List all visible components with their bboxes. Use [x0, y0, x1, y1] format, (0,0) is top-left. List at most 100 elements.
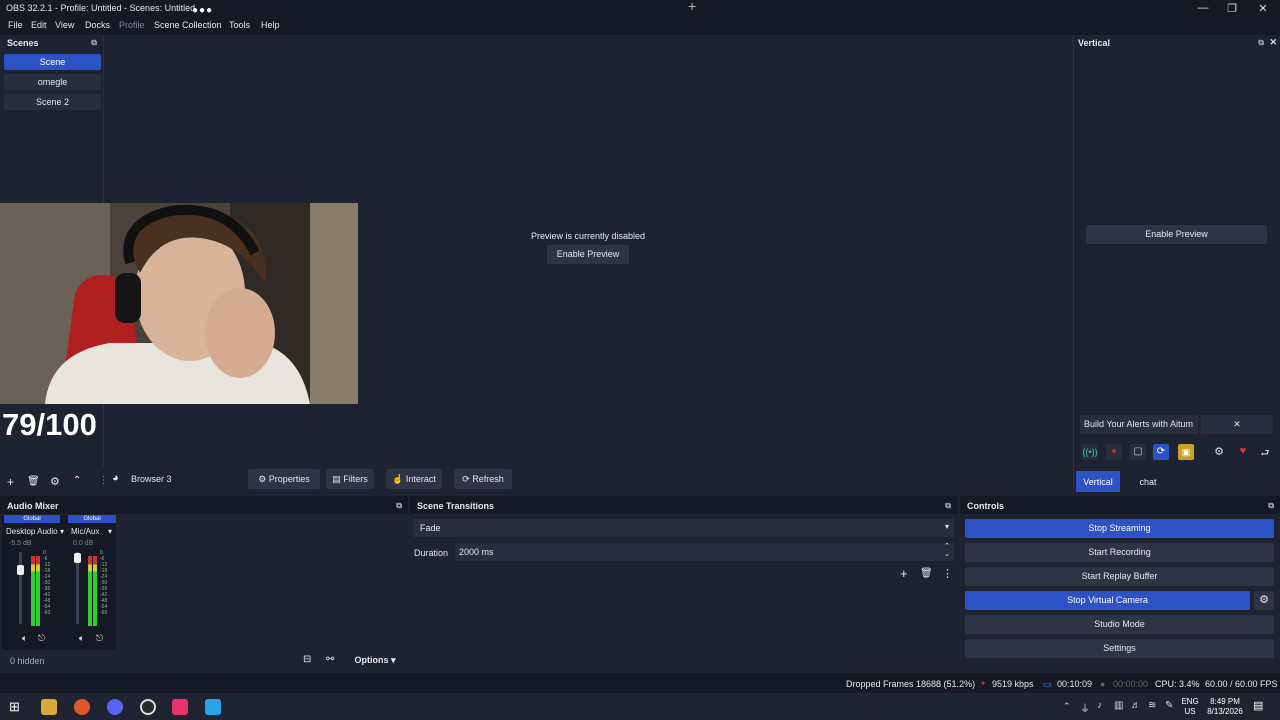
speaker-icon[interactable]: 🔈︎ — [79, 633, 84, 644]
virtual-camera-settings-gear-icon[interactable]: ⚙ — [1254, 591, 1274, 610]
spinner-icon[interactable]: ⌃ ⌄ — [944, 543, 950, 559]
dock-toggle-icon[interactable]: ⮐ — [1257, 444, 1273, 460]
virtual-cam-icon[interactable]: ⟳ — [1153, 444, 1169, 460]
start-replay-buffer-button[interactable]: Start Replay Buffer — [965, 567, 1274, 586]
undock-icon[interactable]: ⧉ — [1268, 501, 1274, 511]
menu-view[interactable]: View — [55, 20, 74, 30]
filters-button[interactable]: ▤ Filters — [326, 469, 374, 489]
tray-usb-icon[interactable]: ⏚ — [1080, 700, 1090, 715]
backtrack-icon[interactable]: ▢ — [1130, 444, 1146, 460]
interact-button[interactable]: ☝ Interact — [386, 469, 442, 489]
audio-mixer-title: Audio Mixer — [7, 501, 59, 511]
volume-handle-mic[interactable] — [74, 553, 81, 563]
volume-slider-desktop[interactable] — [19, 552, 22, 624]
stop-virtual-camera-button[interactable]: Stop Virtual Camera — [965, 591, 1250, 610]
stream-status-icon[interactable]: ((•)) — [1082, 444, 1098, 460]
scene-item-omegle[interactable]: omegle — [4, 74, 101, 90]
menu-scene-collection[interactable]: Scene Collection — [154, 20, 222, 30]
level-meter — [93, 556, 97, 626]
scenes-dock-header: Scenes ⧉ — [0, 35, 103, 51]
studio-mode-button[interactable]: Studio Mode — [965, 615, 1274, 634]
chevron-down-icon[interactable]: ▾ — [60, 527, 64, 536]
tray-chevron-up-icon[interactable]: ⌃ — [1063, 701, 1071, 712]
menu-docks[interactable]: Docks — [85, 20, 110, 30]
menu-help[interactable]: Help — [261, 20, 280, 30]
remove-transition-icon[interactable]: 🗑 — [920, 568, 933, 579]
menu-bar: File Edit View Docks Profile Scene Colle… — [0, 17, 1280, 35]
tray-wifi-icon[interactable]: ≋ — [1148, 700, 1156, 711]
undock-icon[interactable]: ⧉ — [91, 38, 97, 48]
chevron-down-icon: ▾ — [390, 655, 396, 665]
app-f-icon[interactable] — [205, 699, 221, 715]
vertical-enable-preview-button[interactable]: Enable Preview — [1086, 225, 1267, 244]
scene-settings-gear-icon[interactable]: ⚙ — [50, 475, 60, 488]
monitor-icon[interactable]: ⎋ — [96, 633, 103, 644]
record-icon[interactable]: ● — [1106, 444, 1122, 460]
undock-icon[interactable]: ⧉ — [945, 501, 951, 511]
tray-pen-icon[interactable]: ✎ — [1165, 700, 1173, 711]
remove-scene-icon[interactable]: 🗑 — [27, 476, 40, 487]
window-title: OBS 32.2.1 - Profile: Untitled - Scenes:… — [6, 3, 196, 13]
fps: 60.00 / 60.00 FPS — [1205, 679, 1278, 689]
properties-button[interactable]: ⚙ Properties — [248, 469, 320, 489]
menu-tools[interactable]: Tools — [229, 20, 250, 30]
tab-chat[interactable]: chat — [1126, 471, 1170, 492]
close-dock-icon[interactable]: ✕ — [1269, 37, 1277, 48]
monitor-icon[interactable]: ⎋ — [38, 633, 45, 644]
source-toolbar: ◕ Browser 3 ⚙ Properties ▤ Filters ☝ Int… — [104, 467, 1072, 492]
close-button[interactable]: ✕ — [1248, 2, 1278, 15]
lang-region: US — [1184, 707, 1196, 716]
menu-profile[interactable]: Profile — [119, 20, 145, 30]
level-meter — [88, 556, 92, 626]
enable-preview-button[interactable]: Enable Preview — [547, 245, 629, 264]
file-explorer-icon[interactable] — [41, 699, 57, 715]
controls-title: Controls — [967, 501, 1004, 511]
menu-file[interactable]: File — [8, 20, 23, 30]
tray-network-icon[interactable]: ▥ — [1114, 700, 1123, 711]
transition-select[interactable]: Fade ▾ — [413, 519, 954, 537]
vertical-title: Vertical — [1078, 38, 1111, 48]
audio-mixer-dock: Audio Mixer ⧉ Global Desktop Audio ▾ -5.… — [0, 496, 408, 669]
options-button[interactable]: Options ▾ — [346, 652, 404, 668]
volume-handle-desktop[interactable] — [17, 565, 24, 575]
banner-close-icon[interactable]: ✕ — [1201, 415, 1273, 434]
tab-vertical[interactable]: Vertical — [1076, 471, 1120, 492]
brave-browser-icon[interactable] — [74, 699, 90, 715]
layout-toggle-icon[interactable]: ⊟ — [303, 654, 311, 665]
stream-time: 00:10:09 — [1057, 679, 1093, 689]
minimize-button[interactable]: — — [1188, 2, 1218, 15]
add-scene-icon[interactable]: + — [7, 475, 14, 489]
undock-icon[interactable]: ⧉ — [1258, 38, 1264, 48]
tiktok-live-icon[interactable] — [172, 699, 188, 715]
transition-selected: Fade — [420, 523, 441, 533]
scene-item-scene[interactable]: Scene — [4, 54, 101, 70]
stop-streaming-button[interactable]: Stop Streaming — [965, 519, 1274, 538]
tray-speaker-icon[interactable]: ♬ — [1131, 700, 1141, 711]
bitrate: 9519 kbps — [992, 679, 1034, 689]
refresh-button[interactable]: ⟳ Refresh — [454, 469, 512, 489]
obs-icon[interactable] — [140, 699, 156, 715]
add-transition-icon[interactable]: + — [900, 566, 908, 581]
speaker-icon[interactable]: 🔈︎ — [22, 633, 27, 644]
start-recording-button[interactable]: Start Recording — [965, 543, 1274, 562]
gear-icon[interactable]: ⚙ — [1211, 444, 1227, 460]
more-icon[interactable]: ⋮ — [942, 567, 953, 580]
heart-icon[interactable]: ♥ — [1235, 444, 1251, 460]
duration-input[interactable]: 2000 ms ⌃ ⌄ — [455, 543, 954, 561]
notification-icon[interactable]: ▤ — [1253, 699, 1263, 712]
link-icon[interactable]: ⚯ — [326, 654, 334, 665]
undock-icon[interactable]: ⧉ — [396, 501, 402, 511]
clock[interactable]: 8:49 PM 8/13/2026 — [1204, 697, 1246, 717]
maximize-button[interactable]: ❐ — [1217, 2, 1247, 15]
windows-start-icon[interactable]: ⊞ — [9, 699, 20, 715]
menu-edit[interactable]: Edit — [31, 20, 47, 30]
scene-item-scene-2[interactable]: Scene 2 — [4, 94, 101, 110]
db-scale: 0 -6 -12 -18 -24 -30 -36 -42 -48 -54 -60 — [43, 550, 51, 616]
settings-button[interactable]: Settings — [965, 639, 1274, 658]
chevron-down-icon[interactable]: ▾ — [108, 527, 112, 536]
discord-icon[interactable] — [107, 699, 123, 715]
move-up-icon[interactable]: ⌃ — [73, 475, 81, 486]
tray-mic-icon[interactable]: ♪ — [1097, 700, 1102, 711]
input-language[interactable]: ENG US — [1180, 697, 1200, 717]
screenshot-icon[interactable]: ▣ — [1178, 444, 1194, 460]
